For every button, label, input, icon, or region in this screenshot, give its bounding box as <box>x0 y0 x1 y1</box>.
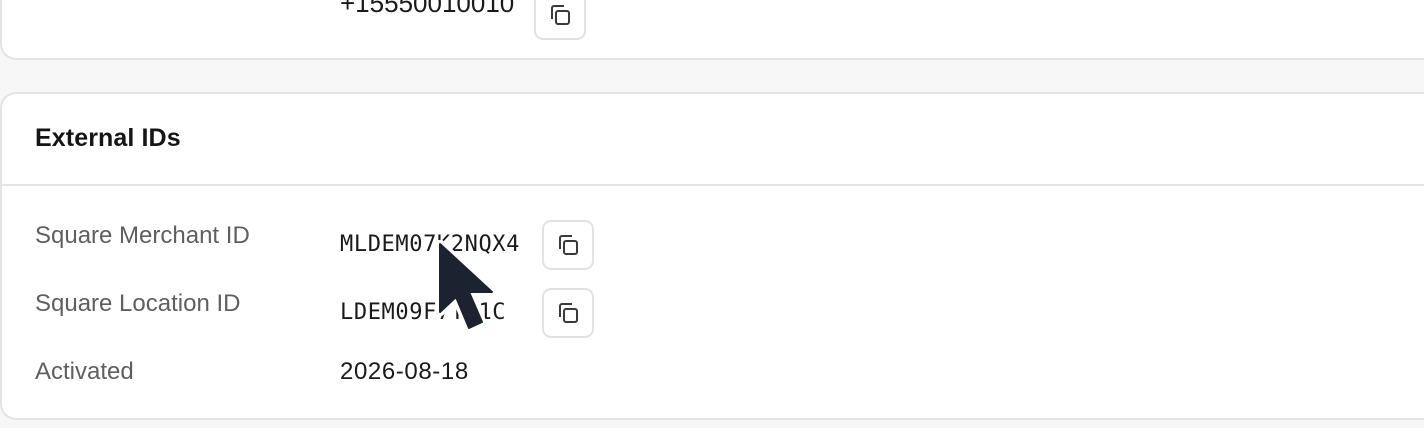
activated-value: 2026-08-18 <box>340 358 469 385</box>
location-id-value: LDEM09F7TP1C <box>340 300 507 325</box>
external-ids-card: External IDs Square Merchant ID MLDEM07K… <box>0 92 1424 420</box>
location-id-label: Square Location ID <box>35 290 241 317</box>
copy-icon <box>551 5 570 25</box>
merchant-id-label: Square Merchant ID <box>35 222 250 249</box>
phone-value: +15550010010 <box>340 0 515 18</box>
card-header: External IDs <box>2 94 1424 186</box>
activated-label: Activated <box>35 358 134 385</box>
contact-card: +15550010010 <box>0 0 1424 60</box>
copy-merchant-id-button[interactable] <box>542 220 594 270</box>
copy-icon <box>559 303 578 323</box>
merchant-id-value: MLDEM07K2NQX4 <box>340 232 520 257</box>
copy-icon <box>559 235 578 255</box>
copy-location-id-button[interactable] <box>542 288 594 338</box>
card-title: External IDs <box>35 124 181 152</box>
copy-phone-button[interactable] <box>534 0 586 40</box>
